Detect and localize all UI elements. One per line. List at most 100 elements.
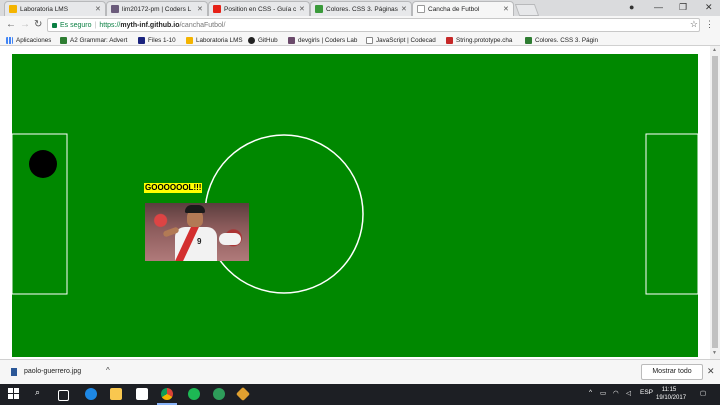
bookmark-star-icon[interactable]: ☆ bbox=[690, 19, 698, 30]
bookmark-string-prototype[interactable]: String.prototype.cha bbox=[446, 35, 518, 45]
field-lines bbox=[12, 54, 698, 357]
wifi-icon[interactable]: ◠ bbox=[613, 389, 619, 397]
devgirls-icon bbox=[288, 36, 295, 44]
tab-position-css[interactable]: Position en CSS - Guía c ✕ bbox=[208, 1, 310, 16]
minimize-icon[interactable]: — bbox=[654, 2, 663, 12]
close-icon[interactable]: ✕ bbox=[503, 5, 509, 13]
app-icon[interactable] bbox=[213, 388, 225, 400]
download-shelf: paolo-guerrero.jpg ^ Mostrar todo ✕ bbox=[0, 359, 720, 384]
git-icon[interactable] bbox=[235, 386, 251, 402]
clock-time: 11:15 bbox=[661, 387, 677, 393]
scroll-down-icon[interactable]: ▼ bbox=[712, 350, 717, 356]
close-icon[interactable]: ✕ bbox=[401, 5, 407, 13]
page-icon bbox=[366, 36, 373, 44]
tab-label: lim20172-pm | Coders L bbox=[122, 5, 192, 13]
lock-icon bbox=[52, 22, 57, 28]
scroll-up-icon[interactable]: ▲ bbox=[712, 47, 717, 53]
check-icon bbox=[315, 5, 323, 13]
bookmark-codecademy[interactable]: JavaScript | Codecad bbox=[366, 35, 440, 45]
secure-label: Es seguro bbox=[60, 21, 92, 29]
bookmark-label: GitHub bbox=[258, 36, 278, 44]
close-icon[interactable]: ✕ bbox=[707, 366, 715, 377]
image-file-icon bbox=[11, 368, 17, 376]
chevron-up-icon[interactable]: ^ bbox=[589, 389, 592, 396]
bookmark-label: String.prototype.cha bbox=[456, 36, 513, 44]
mdn-icon bbox=[446, 36, 453, 44]
tab-colores-css[interactable]: Colores. CSS 3. Páginas w ✕ bbox=[310, 1, 412, 16]
vertical-scrollbar[interactable]: ▲ ▼ bbox=[710, 46, 720, 359]
windows-start-icon[interactable] bbox=[8, 388, 20, 400]
scrollbar-thumb[interactable] bbox=[712, 56, 718, 348]
bookmark-label: JavaScript | Codecad bbox=[376, 36, 436, 44]
search-icon[interactable]: ⌕ bbox=[35, 387, 40, 398]
player-jersey: 9 bbox=[175, 227, 217, 261]
bookmark-label: Colores. CSS 3. Págin bbox=[535, 36, 598, 44]
restore-icon[interactable]: ❐ bbox=[679, 2, 687, 13]
task-view-icon[interactable] bbox=[58, 390, 69, 401]
address-bar[interactable]: Es seguro | https://myth-inf.github.io/c… bbox=[47, 18, 700, 32]
browser-toolbar: ← → ↻ Es seguro | https://myth-inf.githu… bbox=[0, 16, 720, 34]
chrome-icon[interactable] bbox=[161, 388, 173, 400]
tab-laboratoria[interactable]: Laboratoria LMS ✕ bbox=[4, 1, 106, 16]
mail-icon[interactable] bbox=[136, 388, 148, 400]
check-icon bbox=[525, 36, 532, 44]
windows-taskbar: ⌕ ^ ▭ ◠ ◁ ESP 11:15 19/10/2017 ▢ bbox=[0, 384, 720, 405]
volume-icon[interactable]: ◁ bbox=[626, 389, 631, 397]
more-menu-icon[interactable]: ⋮ bbox=[705, 19, 714, 30]
bookmark-apps[interactable]: Aplicaciones bbox=[6, 35, 51, 45]
reload-icon[interactable]: ↻ bbox=[34, 19, 42, 30]
laboratoria-icon bbox=[186, 36, 193, 44]
bookmark-files[interactable]: Files 1-10 bbox=[138, 35, 176, 45]
player-hair bbox=[185, 205, 205, 213]
edge-icon[interactable] bbox=[85, 388, 97, 400]
bookmark-github[interactable]: GitHub bbox=[248, 35, 278, 45]
bookmark-devgirls[interactable]: devgirls | Coders Lab bbox=[288, 35, 360, 45]
spotify-icon[interactable] bbox=[188, 388, 200, 400]
system-clock[interactable]: 11:15 19/10/2017 bbox=[656, 386, 686, 402]
page-viewport: GOOOOOOL!!! 9 bbox=[0, 46, 710, 359]
bookmark-a2-grammar[interactable]: A2 Grammar: Advert bbox=[60, 35, 134, 45]
bookmark-label: Laboratoria LMS bbox=[196, 36, 243, 44]
chevron-up-icon[interactable]: ^ bbox=[106, 366, 110, 375]
tab-cancha-futbol[interactable]: Cancha de Futbol ✕ bbox=[412, 1, 514, 16]
notifications-icon[interactable]: ▢ bbox=[700, 389, 706, 397]
tab-label: Laboratoria LMS bbox=[20, 5, 69, 13]
check-icon bbox=[60, 36, 67, 44]
close-icon[interactable]: ✕ bbox=[197, 5, 203, 13]
forward-icon[interactable]: → bbox=[20, 19, 30, 30]
tab-label: Position en CSS - Guía c bbox=[224, 5, 296, 13]
new-tab-button[interactable] bbox=[514, 4, 540, 16]
goal-celebration-text: GOOOOOOL!!! bbox=[144, 183, 203, 193]
blank-page-icon bbox=[417, 5, 425, 13]
url-path: /canchaFutbol/ bbox=[179, 21, 226, 29]
github-icon bbox=[248, 36, 255, 44]
close-icon[interactable]: ✕ bbox=[95, 5, 101, 13]
tab-coders-lab[interactable]: lim20172-pm | Coders L ✕ bbox=[106, 1, 208, 16]
language-indicator[interactable]: ESP bbox=[640, 389, 653, 396]
tab-strip: Laboratoria LMS ✕ lim20172-pm | Coders L… bbox=[0, 0, 720, 16]
youtube-icon bbox=[213, 5, 221, 13]
url-host: myth-inf.github.io bbox=[120, 21, 180, 29]
laboratoria-icon bbox=[9, 5, 17, 13]
soccer-field: GOOOOOOL!!! 9 bbox=[10, 52, 700, 359]
profile-icon[interactable]: ● bbox=[629, 2, 634, 12]
bookmark-label: Files 1-10 bbox=[148, 36, 176, 44]
player-arm-right bbox=[219, 233, 241, 245]
close-icon[interactable]: ✕ bbox=[299, 5, 305, 13]
back-icon[interactable]: ← bbox=[6, 19, 16, 30]
download-filename[interactable]: paolo-guerrero.jpg bbox=[24, 368, 81, 375]
files-icon bbox=[138, 36, 145, 44]
network-icon[interactable]: ▭ bbox=[600, 389, 606, 397]
bookmark-label: A2 Grammar: Advert bbox=[70, 36, 128, 44]
window-close-icon[interactable]: ✕ bbox=[705, 2, 713, 13]
bookmark-laboratoria[interactable]: Laboratoria LMS bbox=[186, 35, 243, 45]
apps-grid-icon bbox=[6, 36, 13, 44]
tab-label: Cancha de Futbol bbox=[428, 5, 480, 13]
github-icon bbox=[111, 5, 119, 13]
tab-label: Colores. CSS 3. Páginas w bbox=[326, 5, 398, 13]
player-celebration-photo: 9 bbox=[145, 203, 249, 261]
show-all-button[interactable]: Mostrar todo bbox=[641, 364, 703, 380]
file-explorer-icon[interactable] bbox=[110, 388, 122, 400]
bookmark-label: Aplicaciones bbox=[16, 36, 52, 44]
bookmark-colores-css[interactable]: Colores. CSS 3. Págin bbox=[525, 35, 599, 45]
